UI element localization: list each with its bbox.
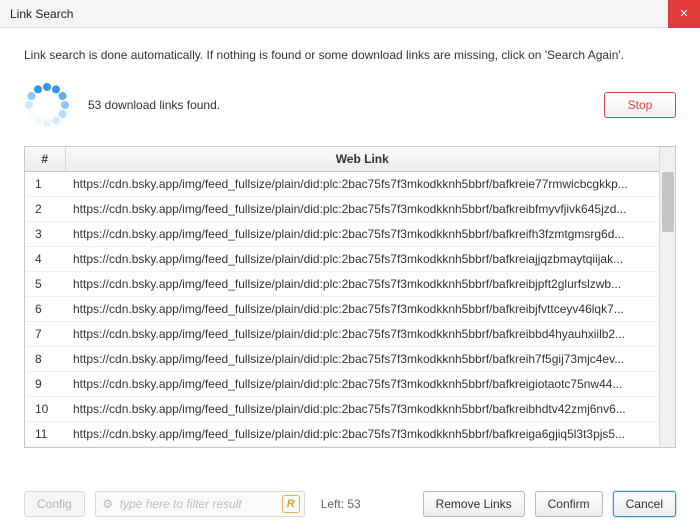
cancel-button[interactable]: Cancel (613, 491, 676, 517)
left-count: Left: 53 (321, 497, 361, 511)
table-row[interactable]: 1https://cdn.bsky.app/img/feed_fullsize/… (25, 171, 659, 196)
close-button[interactable]: ✕ (668, 0, 700, 28)
row-link: https://cdn.bsky.app/img/feed_fullsize/p… (65, 271, 659, 296)
col-header-weblink[interactable]: Web Link (65, 147, 659, 171)
row-number: 1 (25, 171, 65, 196)
row-link: https://cdn.bsky.app/img/feed_fullsize/p… (65, 421, 659, 446)
row-number: 4 (25, 246, 65, 271)
table-row[interactable]: 10https://cdn.bsky.app/img/feed_fullsize… (25, 396, 659, 421)
table-row[interactable]: 4https://cdn.bsky.app/img/feed_fullsize/… (25, 246, 659, 271)
row-link: https://cdn.bsky.app/img/feed_fullsize/p… (65, 396, 659, 421)
window-title: Link Search (10, 7, 73, 21)
col-header-number[interactable]: # (25, 147, 65, 171)
row-number: 6 (25, 296, 65, 321)
row-number: 5 (25, 271, 65, 296)
close-icon: ✕ (679, 7, 688, 20)
scrollbar-thumb[interactable] (662, 172, 674, 232)
table-row[interactable]: 9https://cdn.bsky.app/img/feed_fullsize/… (25, 371, 659, 396)
table-row[interactable]: 5https://cdn.bsky.app/img/feed_fullsize/… (25, 271, 659, 296)
stop-label: Stop (628, 98, 653, 112)
vertical-scrollbar[interactable] (659, 147, 675, 447)
stop-button[interactable]: Stop (604, 92, 676, 118)
row-link: https://cdn.bsky.app/img/feed_fullsize/p… (65, 321, 659, 346)
filter-box: ⚙ R (95, 491, 305, 517)
table-row[interactable]: 7https://cdn.bsky.app/img/feed_fullsize/… (25, 321, 659, 346)
spinner-icon (24, 82, 70, 128)
row-link: https://cdn.bsky.app/img/feed_fullsize/p… (65, 171, 659, 196)
titlebar: Link Search ✕ (0, 0, 700, 28)
row-link: https://cdn.bsky.app/img/feed_fullsize/p… (65, 296, 659, 321)
config-button[interactable]: Config (24, 491, 85, 517)
table-row[interactable]: 6https://cdn.bsky.app/img/feed_fullsize/… (25, 296, 659, 321)
row-link: https://cdn.bsky.app/img/feed_fullsize/p… (65, 221, 659, 246)
row-number: 10 (25, 396, 65, 421)
table-row[interactable]: 11https://cdn.bsky.app/img/feed_fullsize… (25, 421, 659, 446)
row-link: https://cdn.bsky.app/img/feed_fullsize/p… (65, 346, 659, 371)
row-number: 11 (25, 421, 65, 446)
remove-links-button[interactable]: Remove Links (423, 491, 525, 517)
row-link: https://cdn.bsky.app/img/feed_fullsize/p… (65, 371, 659, 396)
info-text: Link search is done automatically. If no… (24, 48, 676, 62)
regex-button[interactable]: R (282, 495, 300, 513)
row-number: 9 (25, 371, 65, 396)
table-row[interactable]: 2https://cdn.bsky.app/img/feed_fullsize/… (25, 196, 659, 221)
table-row[interactable]: 3https://cdn.bsky.app/img/feed_fullsize/… (25, 221, 659, 246)
status-text: 53 download links found. (88, 98, 220, 112)
gear-icon[interactable]: ⚙ (100, 496, 116, 512)
confirm-button[interactable]: Confirm (535, 491, 603, 517)
table-row[interactable]: 8https://cdn.bsky.app/img/feed_fullsize/… (25, 346, 659, 371)
row-link: https://cdn.bsky.app/img/feed_fullsize/p… (65, 246, 659, 271)
row-number: 3 (25, 221, 65, 246)
row-number: 7 (25, 321, 65, 346)
row-link: https://cdn.bsky.app/img/feed_fullsize/p… (65, 196, 659, 221)
link-table: # Web Link 1https://cdn.bsky.app/img/fee… (24, 146, 676, 448)
row-number: 8 (25, 346, 65, 371)
filter-input[interactable] (116, 497, 282, 511)
row-number: 2 (25, 196, 65, 221)
